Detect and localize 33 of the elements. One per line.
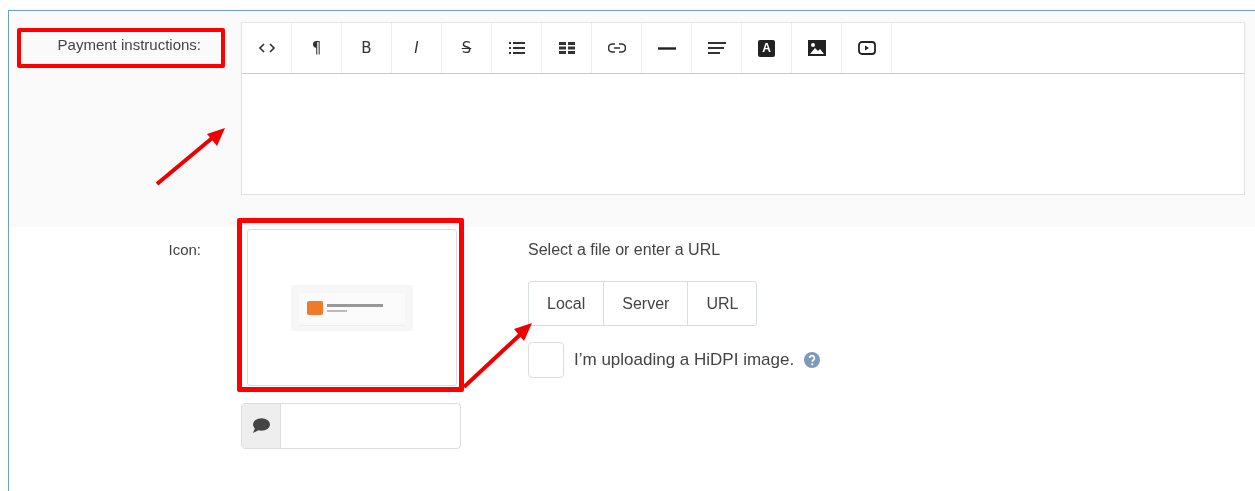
bold-tool-button[interactable]: B bbox=[342, 23, 392, 73]
align-left-icon bbox=[707, 42, 726, 54]
video-tool-button[interactable] bbox=[842, 23, 892, 73]
link-tool-button[interactable] bbox=[592, 23, 642, 73]
image-icon bbox=[807, 40, 826, 56]
strike-tool-button[interactable]: S bbox=[442, 23, 492, 73]
checkbox-label: I’m uploading a HiDPI image. bbox=[574, 350, 795, 370]
field-label: Icon: bbox=[168, 241, 202, 258]
list-tool-button[interactable] bbox=[492, 23, 542, 73]
source-tab[interactable]: URL bbox=[687, 281, 758, 326]
table-tool-button[interactable] bbox=[542, 23, 592, 73]
speech-bubble-icon bbox=[252, 418, 270, 434]
help-icon[interactable] bbox=[804, 352, 821, 368]
annotation-arrow bbox=[155, 126, 227, 186]
horizontal-rule-icon bbox=[657, 46, 676, 50]
video-icon bbox=[857, 41, 876, 55]
glyph-tool-button[interactable]: ¶ bbox=[292, 23, 342, 73]
source-hint: Select a file or enter a URL bbox=[528, 241, 721, 259]
checkbox[interactable] bbox=[528, 342, 564, 378]
code-icon bbox=[258, 43, 275, 53]
align-tool-button[interactable] bbox=[692, 23, 742, 73]
list-icon bbox=[508, 42, 525, 54]
image-tool-button[interactable] bbox=[792, 23, 842, 73]
caption-field[interactable] bbox=[241, 403, 461, 449]
boxed-tool-button[interactable]: A bbox=[742, 23, 792, 73]
field-label: Payment instructions: bbox=[57, 36, 202, 53]
italic-tool-button[interactable]: I bbox=[392, 23, 442, 73]
source-tab[interactable]: Local bbox=[528, 281, 605, 326]
annotation-arrow bbox=[462, 321, 534, 389]
link-icon bbox=[607, 43, 626, 53]
rule-tool-button[interactable] bbox=[642, 23, 692, 73]
source-tab[interactable]: Server bbox=[603, 281, 689, 326]
table-icon bbox=[558, 42, 575, 54]
